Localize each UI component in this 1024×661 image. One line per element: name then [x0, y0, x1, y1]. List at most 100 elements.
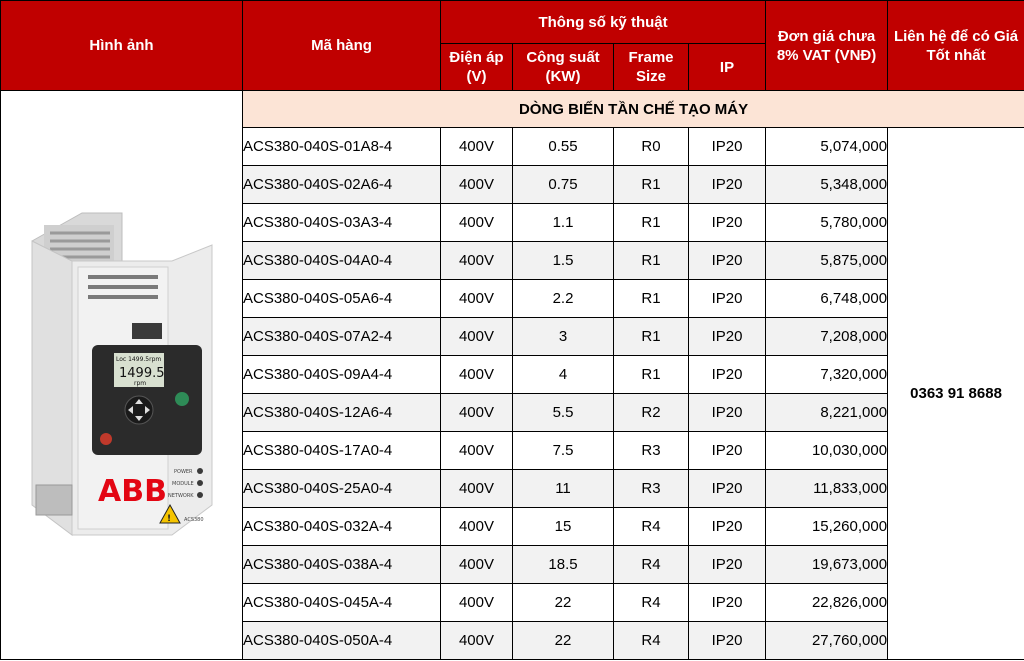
- cell-power: 2.2: [512, 279, 614, 318]
- brand-logo: ABB: [98, 474, 167, 509]
- cell-ip: IP20: [687, 583, 767, 622]
- product-image-cell: Loc 1499.5rpm 1499.5 rpm ABB POWER MODUL…: [0, 90, 243, 660]
- cell-power: 7.5: [512, 431, 614, 470]
- cell-price: 5,074,000: [765, 127, 889, 166]
- cell-frame: R1: [613, 203, 689, 242]
- cell-power: 1.1: [512, 203, 614, 242]
- cell-voltage: 400V: [440, 393, 513, 432]
- cell-power: 0.55: [512, 127, 614, 166]
- price-table: Hình ảnh Mã hàng Thông số kỹ thuật Đơn g…: [0, 0, 1024, 660]
- cell-power: 5.5: [512, 393, 614, 432]
- cell-ip: IP20: [687, 203, 767, 242]
- cell-code: ACS380-040S-25A0-4: [242, 469, 441, 508]
- cell-code: ACS380-040S-032A-4: [242, 507, 441, 546]
- cell-code: ACS380-040S-07A2-4: [242, 317, 441, 356]
- cell-frame: R1: [613, 355, 689, 394]
- header-frame: Frame Size: [613, 43, 689, 91]
- cell-power: 22: [512, 583, 614, 622]
- cell-price: 7,208,000: [765, 317, 889, 356]
- header-price: Đơn giá chưa 8% VAT (VNĐ): [765, 0, 889, 91]
- cell-price: 8,221,000: [765, 393, 889, 432]
- bottom-terminals: [35, 484, 72, 516]
- cell-power: 1.5: [512, 241, 614, 280]
- header-ip: IP: [687, 43, 767, 91]
- cell-power: 15: [512, 507, 614, 546]
- cell-voltage: 400V: [440, 165, 513, 204]
- cell-ip: IP20: [687, 127, 767, 166]
- cell-ip: IP20: [687, 545, 767, 584]
- cell-code: ACS380-040S-04A0-4: [242, 241, 441, 280]
- cell-frame: R1: [613, 165, 689, 204]
- cell-voltage: 400V: [440, 431, 513, 470]
- cell-frame: R4: [613, 545, 689, 584]
- cell-price: 7,320,000: [765, 355, 889, 394]
- cell-price: 11,833,000: [765, 469, 889, 508]
- cell-voltage: 400V: [440, 507, 513, 546]
- cell-price: 5,348,000: [765, 165, 889, 204]
- cell-frame: R1: [613, 317, 689, 356]
- cell-code: ACS380-040S-12A6-4: [242, 393, 441, 432]
- start-button-graphic: [174, 392, 189, 406]
- cell-voltage: 400V: [440, 203, 513, 242]
- cell-code: ACS380-040S-050A-4: [242, 621, 441, 660]
- cell-price: 15,260,000: [765, 507, 889, 546]
- cell-voltage: 400V: [440, 583, 513, 622]
- cell-frame: R3: [613, 469, 689, 508]
- cell-frame: R3: [613, 431, 689, 470]
- cell-frame: R0: [613, 127, 689, 166]
- svg-text:!: !: [167, 514, 171, 524]
- cell-frame: R4: [613, 507, 689, 546]
- cell-ip: IP20: [687, 279, 767, 318]
- cell-price: 5,875,000: [765, 241, 889, 280]
- cell-price: 6,748,000: [765, 279, 889, 318]
- cell-ip: IP20: [687, 241, 767, 280]
- cell-voltage: 400V: [440, 355, 513, 394]
- status-leds: POWER MODULE NETWORK: [168, 468, 203, 499]
- cell-power: 18.5: [512, 545, 614, 584]
- svg-text:MODULE: MODULE: [172, 481, 194, 487]
- cell-code: ACS380-040S-03A3-4: [242, 203, 441, 242]
- cell-ip: IP20: [687, 431, 767, 470]
- display-unit: rpm: [134, 380, 146, 387]
- cell-power: 3: [512, 317, 614, 356]
- table-body: Loc 1499.5rpm 1499.5 rpm ABB POWER MODUL…: [0, 90, 1024, 660]
- cell-voltage: 400V: [440, 279, 513, 318]
- cell-power: 11: [512, 469, 614, 508]
- header-contact: Liên hệ để có Giá Tốt nhất: [887, 0, 1024, 91]
- cell-power: 4: [512, 355, 614, 394]
- cell-ip: IP20: [687, 317, 767, 356]
- cell-price: 22,826,000: [765, 583, 889, 622]
- cell-frame: R1: [613, 241, 689, 280]
- cell-code: ACS380-040S-01A8-4: [242, 127, 441, 166]
- cell-voltage: 400V: [440, 545, 513, 584]
- cell-ip: IP20: [687, 165, 767, 204]
- display-top: Loc 1499.5rpm: [116, 356, 161, 363]
- cell-voltage: 400V: [440, 469, 513, 508]
- cell-voltage: 400V: [440, 127, 513, 166]
- svg-text:POWER: POWER: [174, 469, 193, 475]
- cell-code: ACS380-040S-17A0-4: [242, 431, 441, 470]
- stop-button-graphic: [99, 433, 112, 445]
- cell-code: ACS380-040S-038A-4: [242, 545, 441, 584]
- product-image: Loc 1499.5rpm 1499.5 rpm ABB POWER MODUL…: [31, 212, 212, 536]
- cell-code: ACS380-040S-09A4-4: [242, 355, 441, 394]
- section-title: DÒNG BIẾN TẦN CHẾ TẠO MÁY: [241, 90, 1024, 128]
- header-power: Công suất (KW): [512, 43, 614, 91]
- cell-frame: R4: [613, 621, 689, 660]
- cell-ip: IP20: [687, 621, 767, 660]
- cell-code: ACS380-040S-02A6-4: [242, 165, 441, 204]
- model-label: ACS380: [184, 517, 204, 523]
- svg-text:NETWORK: NETWORK: [168, 493, 194, 499]
- header-image: Hình ảnh: [0, 0, 243, 91]
- cell-ip: IP20: [687, 507, 767, 546]
- cell-price: 19,673,000: [765, 545, 889, 584]
- cell-ip: IP20: [687, 469, 767, 508]
- cell-ip: IP20: [687, 355, 767, 394]
- header-specs: Thông số kỹ thuật: [439, 0, 767, 44]
- cell-code: ACS380-040S-045A-4: [242, 583, 441, 622]
- cell-voltage: 400V: [440, 241, 513, 280]
- header-code: Mã hàng: [242, 0, 441, 91]
- cell-code: ACS380-040S-05A6-4: [242, 279, 441, 318]
- cell-power: 0.75: [512, 165, 614, 204]
- display-value: 1499.5: [119, 366, 165, 381]
